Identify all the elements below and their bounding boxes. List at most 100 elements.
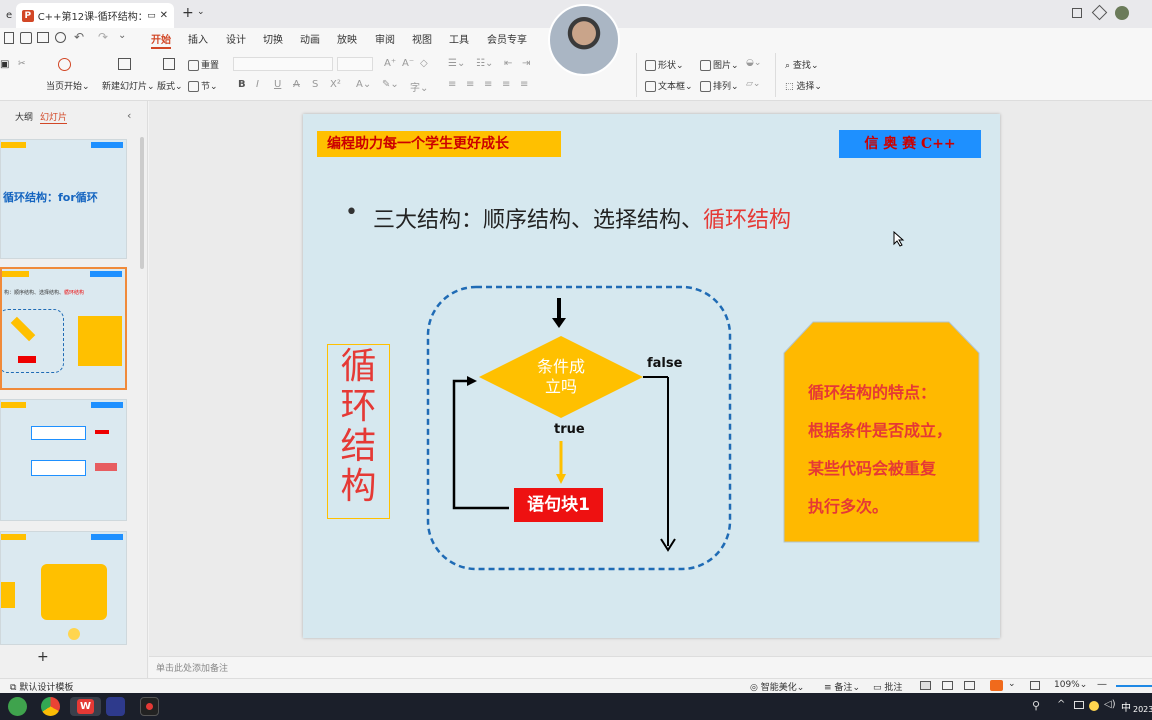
undo-icon[interactable]: ↶: [74, 30, 84, 44]
paste-icon[interactable]: ▣: [0, 59, 9, 70]
slide[interactable]: 编程助力每一个学生更好成长 信 奥 赛 C++ • 三大结构：顺序结构、选择结构…: [303, 114, 1000, 638]
print-icon[interactable]: [37, 32, 49, 43]
bullets-icon[interactable]: ☰⌄: [448, 58, 465, 69]
superscript-icon[interactable]: X²: [330, 79, 341, 90]
tray-expand-icon[interactable]: ^: [1057, 699, 1065, 710]
reset-button[interactable]: 重置: [188, 58, 219, 71]
new-slide-icon[interactable]: [118, 58, 131, 70]
add-tab-button[interactable]: +: [182, 5, 194, 21]
fill-icon[interactable]: ◒⌄: [746, 58, 761, 68]
find-button[interactable]: ⌕ 查找⌄: [785, 58, 818, 71]
outdent-icon[interactable]: ⇥: [522, 58, 530, 69]
notes-pane[interactable]: 单击此处添加备注: [149, 656, 1152, 678]
shrink-font-icon[interactable]: A⁻: [402, 58, 414, 69]
reading-view-icon[interactable]: [964, 681, 975, 690]
section-button[interactable]: 节⌄: [188, 79, 218, 92]
fit-window-icon[interactable]: [1030, 681, 1040, 690]
avatar[interactable]: [1115, 6, 1129, 20]
arrange-button[interactable]: 排列⌄: [700, 79, 739, 92]
tab-document[interactable]: P C++第12课-循环结构：for循 ▭ ✕: [16, 3, 174, 28]
font-name-select[interactable]: [233, 57, 333, 71]
menu-insert[interactable]: 插入: [188, 31, 208, 46]
italic-button[interactable]: I: [256, 79, 259, 90]
play-slideshow-icon[interactable]: [990, 680, 1003, 691]
font-color-icon[interactable]: A⌄: [356, 79, 371, 90]
network-icon[interactable]: [1074, 701, 1084, 709]
shape-button[interactable]: 形状⌄: [645, 58, 684, 71]
play-from-current-button[interactable]: 当页开始⌄: [46, 79, 90, 92]
align-left-icon[interactable]: ≡: [448, 79, 456, 90]
clear-format-icon[interactable]: ◇: [420, 58, 428, 69]
slide-thumbnail-4[interactable]: [0, 531, 127, 645]
zoom-level[interactable]: 109%⌄: [1054, 680, 1087, 690]
file-icon[interactable]: [4, 32, 14, 44]
chrome-icon[interactable]: [41, 697, 60, 716]
quick-access-more-icon[interactable]: ⌄: [118, 30, 126, 41]
layout-icon-ribbon[interactable]: [163, 58, 175, 70]
cut-icon[interactable]: ✂: [18, 59, 26, 69]
tab-list-button[interactable]: ⌄: [197, 7, 205, 17]
menu-view[interactable]: 视图: [412, 31, 432, 46]
collapse-panel-icon[interactable]: ‹: [127, 109, 131, 122]
volume-icon[interactable]: ◁): [1104, 699, 1116, 710]
normal-view-icon[interactable]: [920, 681, 931, 690]
shadow-button[interactable]: S: [312, 79, 318, 90]
menu-animation[interactable]: 动画: [300, 31, 320, 46]
align-right-icon[interactable]: ≡: [484, 79, 492, 90]
tab-slides[interactable]: 幻灯片: [40, 110, 68, 124]
justify-icon[interactable]: ≡: [502, 79, 510, 90]
design-template-button[interactable]: ⧉ 默认设计模板: [10, 680, 73, 693]
menu-slideshow[interactable]: 放映: [337, 31, 357, 46]
cube-icon[interactable]: [1091, 4, 1108, 21]
slide-thumbnail-1[interactable]: 循环结构：for循环: [0, 139, 127, 259]
outline-icon[interactable]: ▱⌄: [746, 79, 760, 89]
distribute-icon[interactable]: ≡: [520, 79, 528, 90]
person-icon[interactable]: ⚲: [1032, 699, 1040, 712]
notes-toggle-button[interactable]: ≡ 备注⌄: [824, 680, 860, 693]
slide-thumbnail-3[interactable]: [0, 399, 127, 521]
ime-indicator[interactable]: 中: [1121, 699, 1131, 714]
picture-button[interactable]: 图片⌄: [700, 58, 739, 71]
highlight-icon[interactable]: ✎⌄: [382, 79, 399, 90]
align-center-icon[interactable]: ≡: [466, 79, 474, 90]
close-tab-icon[interactable]: ✕: [160, 10, 168, 21]
menu-review[interactable]: 审阅: [375, 31, 395, 46]
wps-taskbar-item[interactable]: W: [70, 697, 101, 716]
zoom-slider[interactable]: [1116, 685, 1152, 687]
indent-icon[interactable]: ⇤: [504, 58, 512, 69]
redo-icon[interactable]: ↷: [98, 30, 108, 44]
textbox-button[interactable]: 文本框⌄: [645, 79, 693, 92]
font-size-select[interactable]: [337, 57, 373, 71]
slide-thumbnail-2[interactable]: 构：顺序结构、选择结构、循环结构: [0, 267, 127, 390]
tab-previous[interactable]: e: [0, 3, 14, 28]
bold-button[interactable]: B: [238, 79, 246, 90]
tray-app-icon[interactable]: [1089, 701, 1099, 711]
comments-button[interactable]: ▭ 批注: [873, 680, 902, 693]
add-slide-button[interactable]: +: [37, 649, 49, 665]
select-button[interactable]: ⬚ 选择⌄: [785, 79, 822, 92]
tab-outline[interactable]: 大纲: [15, 110, 33, 123]
sorter-view-icon[interactable]: [942, 681, 953, 690]
menu-design[interactable]: 设计: [226, 31, 246, 46]
slideshow-options-icon[interactable]: ⌄: [1008, 679, 1016, 689]
menu-transition[interactable]: 切换: [263, 31, 283, 46]
panel-scrollbar[interactable]: [140, 137, 144, 269]
new-slide-button[interactable]: 新建幻灯片⌄: [102, 79, 155, 92]
recorder-icon[interactable]: [140, 697, 159, 716]
layout-icon[interactable]: [1072, 8, 1082, 18]
menu-home[interactable]: 开始: [151, 31, 171, 49]
char-spacing-icon[interactable]: 字⌄: [410, 79, 428, 94]
strike-button[interactable]: A: [293, 79, 300, 90]
photos-icon[interactable]: [106, 697, 125, 716]
preview-icon[interactable]: [55, 32, 66, 43]
underline-button[interactable]: U: [274, 79, 281, 90]
grow-font-icon[interactable]: A⁺: [384, 58, 396, 69]
clock-date[interactable]: 2023: [1133, 705, 1152, 714]
layout-button[interactable]: 版式⌄: [157, 79, 183, 92]
app-360-icon[interactable]: [8, 697, 27, 716]
numbering-icon[interactable]: ☷⌄: [476, 58, 493, 69]
menu-member[interactable]: 会员专享: [487, 31, 527, 46]
menu-tools[interactable]: 工具: [449, 31, 469, 46]
play-icon[interactable]: [58, 58, 71, 71]
zoom-out-button[interactable]: —: [1097, 679, 1107, 690]
